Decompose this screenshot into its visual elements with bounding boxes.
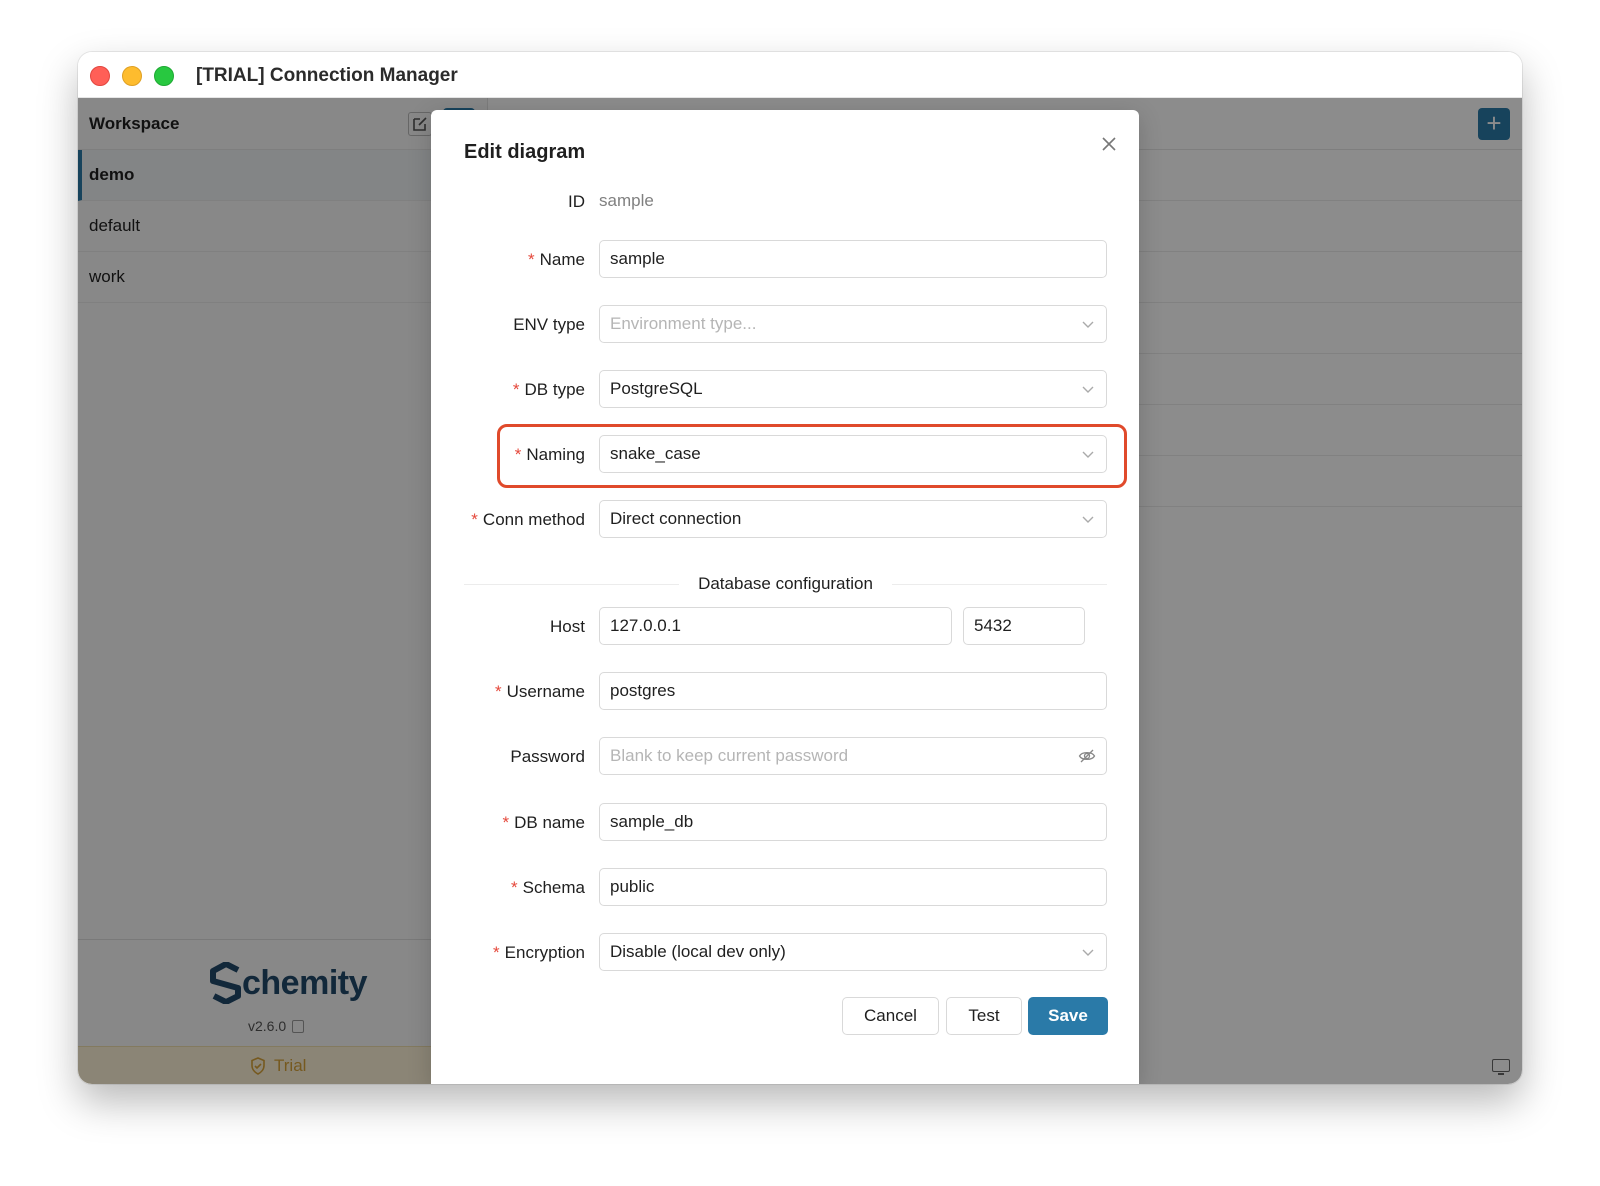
chevron-down-icon [1082, 386, 1094, 393]
id-value: sample [599, 191, 654, 210]
required-mark: * [494, 682, 502, 701]
db-name-input[interactable]: sample_db [599, 803, 1107, 841]
chevron-down-icon [1082, 321, 1094, 328]
schema-input[interactable]: public [599, 868, 1107, 906]
password-label: Password [510, 747, 585, 766]
zoom-window-button[interactable] [154, 66, 174, 86]
required-mark: * [502, 813, 510, 832]
required-mark: * [471, 510, 478, 529]
close-icon[interactable] [1099, 134, 1119, 154]
password-placeholder: Blank to keep current password [610, 746, 849, 765]
save-button[interactable]: Save [1028, 997, 1108, 1035]
eye-off-icon[interactable] [1078, 747, 1096, 765]
encryption-row: * Encryption Disable (local dev only) [431, 933, 1139, 973]
username-row: * Username postgres [431, 672, 1139, 712]
db-type-row: * DB type PostgreSQL [431, 370, 1139, 410]
encryption-label: * Encryption [493, 943, 585, 962]
app-window: [TRIAL] Connection Manager Workspace dem… [78, 52, 1522, 1084]
name-row: * Name sample [431, 240, 1139, 280]
required-mark: * [528, 250, 535, 269]
env-type-label: ENV type [513, 315, 585, 334]
env-type-row: ENV type Environment type... [431, 305, 1139, 345]
close-window-button[interactable] [90, 66, 110, 86]
required-mark: * [512, 380, 520, 399]
password-row: Password Blank to keep current password [431, 737, 1139, 777]
host-label: Host [550, 617, 585, 636]
host-input[interactable]: 127.0.0.1 [599, 607, 952, 645]
name-input[interactable]: sample [599, 240, 1107, 278]
naming-highlight-annotation [497, 424, 1127, 488]
chevron-down-icon [1082, 516, 1094, 523]
required-mark: * [511, 878, 518, 897]
db-type-label: * DB type [512, 380, 585, 399]
db-type-select[interactable]: PostgreSQL [599, 370, 1107, 408]
name-label: * Name [528, 250, 585, 269]
window-title: [TRIAL] Connection Manager [196, 65, 458, 86]
test-button[interactable]: Test [946, 997, 1022, 1035]
schema-label: * Schema [511, 878, 585, 897]
id-row: ID sample [431, 182, 1139, 222]
section-divider: Database configuration [464, 574, 1107, 594]
titlebar: [TRIAL] Connection Manager [78, 52, 1522, 98]
minimize-window-button[interactable] [122, 66, 142, 86]
encryption-select[interactable]: Disable (local dev only) [599, 933, 1107, 971]
schema-row: * Schema public [431, 868, 1139, 908]
port-input[interactable]: 5432 [963, 607, 1085, 645]
edit-diagram-dialog: Edit diagram ID sample * Name sample ENV … [431, 110, 1139, 1084]
id-label: ID [568, 192, 585, 211]
host-row: Host 127.0.0.1 5432 [431, 607, 1139, 647]
conn-method-row: * Conn method Direct connection [431, 500, 1139, 540]
password-input[interactable]: Blank to keep current password [599, 737, 1107, 775]
db-name-label: * DB name [502, 813, 586, 832]
conn-method-select[interactable]: Direct connection [599, 500, 1107, 538]
chevron-down-icon [1082, 949, 1094, 956]
env-type-select[interactable]: Environment type... [599, 305, 1107, 343]
dialog-title: Edit diagram [464, 141, 586, 163]
required-mark: * [493, 943, 500, 962]
username-input[interactable]: postgres [599, 672, 1107, 710]
conn-method-label: * Conn method [471, 510, 585, 529]
username-label: * Username [494, 682, 585, 701]
cancel-button[interactable]: Cancel [842, 997, 939, 1035]
env-type-placeholder: Environment type... [610, 314, 757, 333]
db-name-row: * DB name sample_db [431, 803, 1139, 843]
